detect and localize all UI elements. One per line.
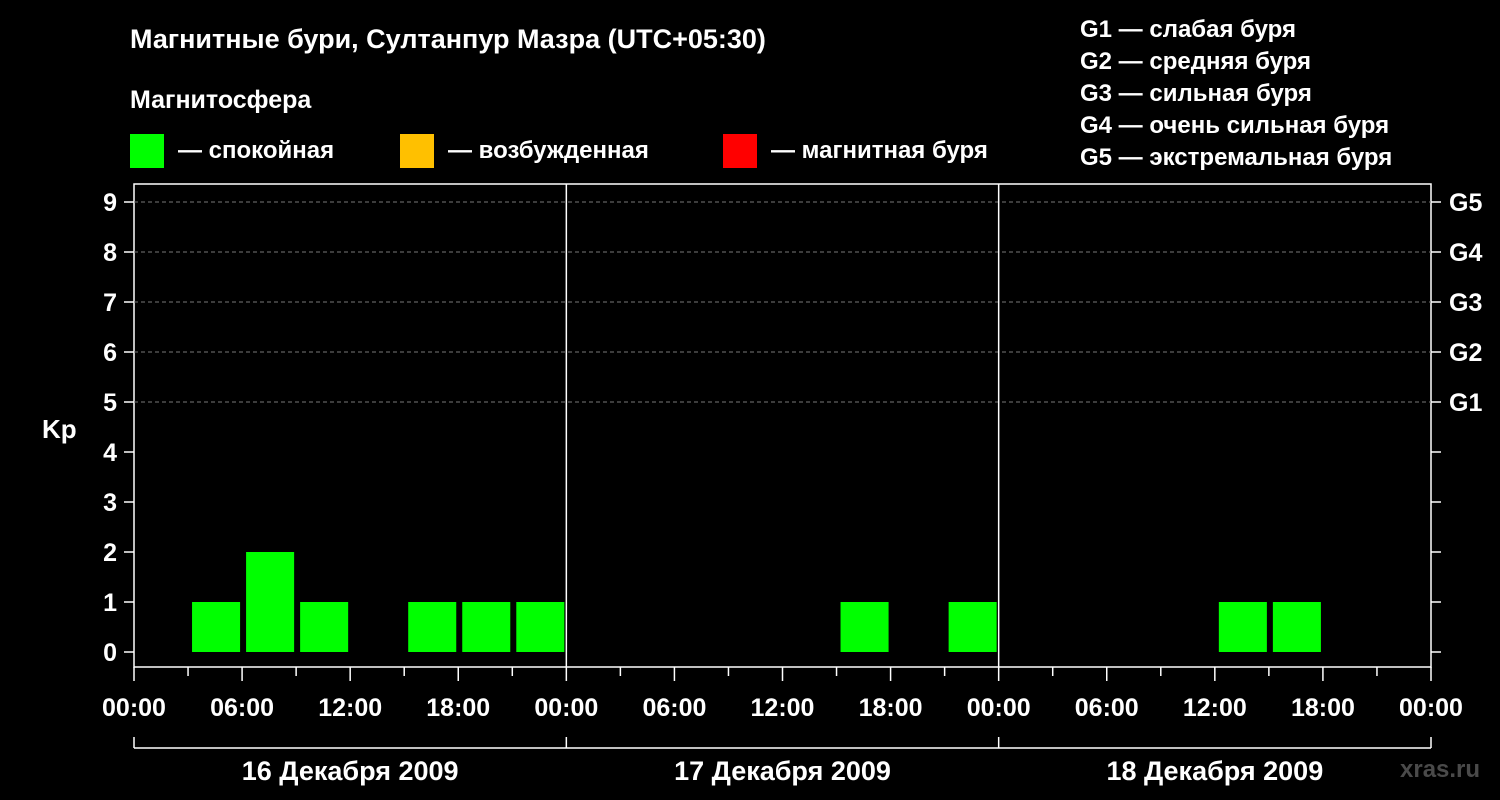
x-tick-label: 18:00: [859, 694, 923, 722]
kp-bar: [246, 552, 295, 652]
x-tick-label: 06:00: [210, 694, 274, 722]
storm-axis-label: G2: [1449, 339, 1482, 367]
kp-bar: [300, 602, 349, 652]
day-label: 16 Декабря 2009: [242, 756, 459, 786]
x-tick-label: 06:00: [642, 694, 706, 722]
storm-axis-label: G1: [1449, 389, 1482, 417]
x-tick-label: 18:00: [426, 694, 490, 722]
kp-bar: [1272, 602, 1321, 652]
y-tick-label: 6: [103, 339, 117, 367]
kp-bar: [192, 602, 241, 652]
storm-axis-label: G4: [1449, 239, 1482, 267]
x-tick-label: 00:00: [967, 694, 1031, 722]
y-tick-label: 8: [103, 239, 117, 267]
watermark: xras.ru: [1400, 756, 1481, 783]
x-tick-label: 12:00: [1183, 694, 1247, 722]
y-tick-label: 5: [103, 389, 117, 417]
y-axis-label: Kp: [42, 414, 77, 444]
y-tick-label: 9: [103, 189, 117, 217]
kp-bar: [408, 602, 457, 652]
kp-bar: [462, 602, 511, 652]
x-tick-label: 00:00: [534, 694, 598, 722]
day-label: 17 Декабря 2009: [674, 756, 891, 786]
kp-bar-chart: 0 1 2 3 4 5 6 7 8 9 G1 G2 G3 G4 G5 Kp 00:00 06:00 12:00 18:…: [42, 183, 1482, 786]
x-tick-label: 00:00: [102, 694, 166, 722]
y-tick-label: 3: [103, 489, 117, 517]
y-tick-label: 7: [103, 289, 117, 317]
y-tick-label: 4: [103, 439, 117, 467]
kp-bar: [840, 602, 889, 652]
storm-axis-label: G3: [1449, 289, 1482, 317]
y-tick-label: 2: [103, 539, 117, 567]
x-tick-label: 12:00: [751, 694, 815, 722]
chart-canvas: Магнитные бури, Султанпур Мазра (UTC+05:…: [0, 0, 1500, 800]
x-tick-label: 18:00: [1291, 694, 1355, 722]
x-tick-label: 06:00: [1075, 694, 1139, 722]
kp-bar: [1218, 602, 1267, 652]
plot-frame: [133, 183, 1432, 668]
y-tick-label: 0: [103, 639, 117, 667]
day-label: 18 Декабря 2009: [1106, 756, 1323, 786]
x-tick-label: 12:00: [318, 694, 382, 722]
kp-bar: [948, 602, 997, 652]
kp-bar: [516, 602, 565, 652]
x-tick-label: 00:00: [1399, 694, 1463, 722]
storm-axis-label: G5: [1449, 189, 1482, 217]
y-tick-label: 1: [103, 589, 117, 617]
